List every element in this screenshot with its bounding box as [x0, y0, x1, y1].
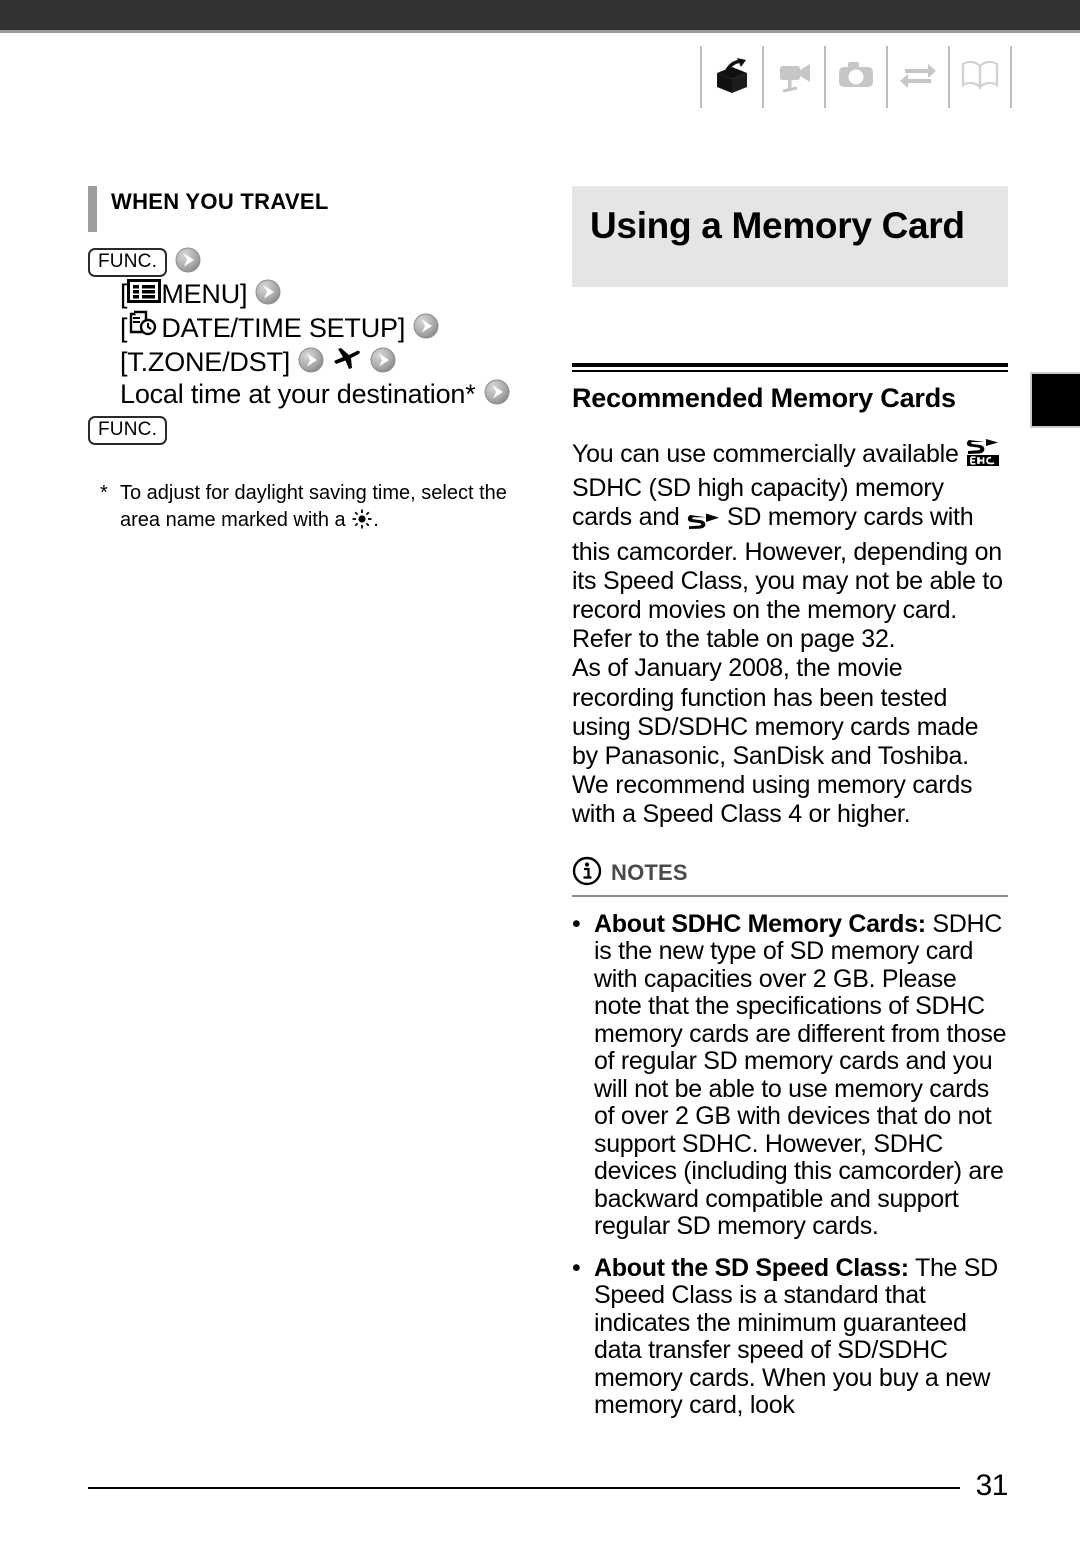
arrow-right-icon — [298, 347, 324, 373]
step-menu[interactable]: [ MENU] — [88, 278, 538, 310]
page-title: Using a Memory Card — [590, 205, 965, 246]
func-button[interactable]: FUNC. — [88, 415, 168, 445]
date-time-icon — [127, 310, 161, 345]
subhead-rule-thick — [572, 363, 1008, 367]
airplane-icon — [332, 345, 362, 378]
left-column: WHEN YOU TRAVEL FUNC. [MENU] [DATE/TIM… — [88, 186, 538, 534]
arrow-right-icon — [255, 279, 281, 305]
footnote-period: . — [373, 509, 379, 531]
chapter-tab-additional-info[interactable] — [948, 46, 1012, 108]
chapter-tab-video[interactable] — [762, 46, 824, 108]
menu-step-list: FUNC. [MENU] [DATE/TIME SETUP] [T.ZONE… — [88, 246, 538, 446]
note-item: • About SDHC Memory Cards: SDHC is the n… — [572, 909, 1008, 1241]
right-column: Using a Memory Card Recommended Memory C… — [572, 186, 1008, 1420]
section-heading-label: WHEN YOU TRAVEL — [111, 189, 329, 214]
note-title: About SDHC Memory Cards: — [594, 909, 926, 938]
step-date-time-setup[interactable]: [ DATE/TIME SETUP] — [88, 310, 538, 345]
step-menu-bracket: [ — [120, 279, 128, 309]
section-heading-when-you-travel: WHEN YOU TRAVEL — [88, 186, 538, 232]
step-time-zone-dst[interactable]: [T.ZONE/DST] — [88, 345, 538, 378]
info-circle-icon — [572, 856, 602, 891]
func-button[interactable]: FUNC. — [88, 247, 168, 277]
arrow-right-icon — [413, 313, 439, 339]
chapter-tab-external-connections[interactable] — [886, 46, 948, 108]
chapter-tab-getting-started[interactable] — [700, 46, 762, 108]
page-title-block: Using a Memory Card — [572, 186, 1008, 287]
step-datetime-label: DATE/TIME SETUP] — [161, 312, 406, 343]
chapter-icon-strip — [700, 46, 1012, 108]
notes-header: NOTES — [572, 856, 1008, 891]
subhead-recommended-memory-cards: Recommended Memory Cards — [572, 383, 956, 413]
menu-list-icon — [127, 278, 162, 310]
daylight-saving-sun-icon — [351, 507, 373, 534]
arrow-right-icon — [484, 379, 510, 405]
footnote-asterisk: * — [100, 482, 108, 504]
step-local-time-label: Local time at your destination* — [120, 379, 476, 409]
step-local-time[interactable]: Local time at your destination* — [88, 378, 538, 410]
subhead-block: Recommended Memory Cards — [572, 363, 1008, 415]
page-edge-tab-marker — [1030, 372, 1080, 428]
footer-rule — [88, 1487, 960, 1489]
top-dark-bar — [0, 0, 1080, 30]
step-menu-label: MENU] — [161, 279, 248, 309]
open-book-icon — [958, 55, 1002, 100]
arrow-right-icon — [175, 247, 201, 273]
note-bullet: • — [572, 1253, 581, 1282]
step-func-open[interactable]: FUNC. — [88, 246, 538, 278]
arrow-right-icon — [370, 347, 396, 373]
camcorder-icon — [773, 55, 815, 100]
note-title: About the SD Speed Class: — [594, 1253, 909, 1282]
transfer-arrows-icon — [897, 55, 939, 100]
step-tzone-label: [T.ZONE/DST] — [120, 346, 291, 377]
photo-camera-icon — [835, 55, 877, 100]
sd-logo — [686, 508, 720, 537]
sdhc-logo — [965, 437, 1001, 474]
footnote-text: To adjust for daylight saving time, sele… — [120, 482, 507, 531]
box-open-arrow-icon — [711, 55, 753, 100]
section-accent-bar — [88, 186, 97, 232]
paragraph-lead-text: You can use commercially available — [572, 440, 959, 468]
chapter-tab-photos[interactable] — [824, 46, 886, 108]
note-bullet: • — [572, 909, 581, 938]
paragraph-tested-cards: As of January 2008, the movie recording … — [572, 654, 979, 829]
step-func-close[interactable]: FUNC. — [88, 414, 538, 446]
footnote-daylight-saving: * To adjust for daylight saving time, se… — [88, 480, 538, 534]
paragraph-recommended-cards: You can use commercially available SDHC … — [572, 437, 1008, 654]
note-item: • About the SD Speed Class: The SD Speed… — [572, 1253, 1008, 1420]
page-number: 31 — [975, 1469, 1009, 1502]
note-text: SDHC is the new type of SD memory card w… — [594, 909, 1007, 1241]
step-datetime-bracket: [ — [120, 312, 128, 343]
notes-rule — [572, 894, 1008, 897]
notes-label: NOTES — [611, 860, 688, 886]
top-bar-underline — [0, 30, 1080, 33]
